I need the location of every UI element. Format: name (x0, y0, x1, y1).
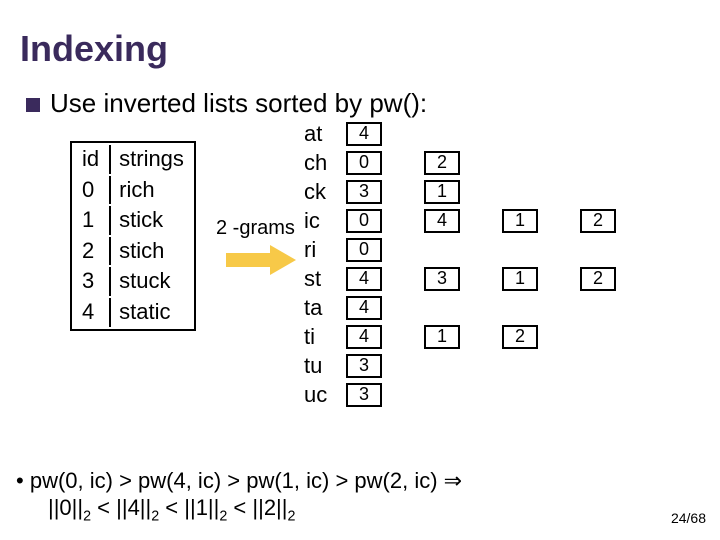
table-row: id strings (74, 145, 192, 174)
bullet-icon (26, 98, 40, 112)
cell-str: stich (109, 237, 192, 266)
cell-str: rich (109, 176, 192, 205)
table-row: 3stuck (74, 267, 192, 296)
gram-label: ri (304, 235, 327, 264)
page-number: 24/68 (671, 510, 706, 526)
table-row: 1stick (74, 206, 192, 235)
grams-label: 2 -grams (216, 217, 295, 240)
cell-id: 1 (74, 206, 107, 235)
gram-label: ic (304, 206, 327, 235)
list-row: 3 (346, 351, 658, 380)
gram-label: ch (304, 148, 327, 177)
table-row: 4static (74, 298, 192, 327)
norm-frag: < ||1|| (159, 495, 219, 520)
list-cell: 3 (424, 267, 460, 291)
footer1-text: pw(0, ic) > pw(4, ic) > pw(1, ic) > pw(2… (30, 468, 462, 493)
list-cell: 2 (580, 267, 616, 291)
arrow-icon (226, 245, 296, 280)
footer-line-2: ||0||2 < ||4||2 < ||1||2 < ||2||2 (48, 495, 295, 524)
list-cell: 1 (502, 209, 538, 233)
list-row: 4 1 2 (346, 322, 658, 351)
norm-sub: 2 (151, 508, 159, 524)
gram-label: at (304, 119, 327, 148)
cell-id: 2 (74, 237, 107, 266)
gram-label: uc (304, 380, 327, 409)
list-cell: 1 (424, 180, 460, 204)
list-cell: 4 (424, 209, 460, 233)
gram-label: ck (304, 177, 327, 206)
cell-str: static (109, 298, 192, 327)
list-cell: 1 (424, 325, 460, 349)
slide-subtitle: Use inverted lists sorted by pw(): (50, 88, 427, 119)
strings-table: id strings 0rich 1stick 2stich 3stuck 4s… (70, 141, 196, 331)
slide-title: Indexing (20, 28, 700, 70)
list-cell: 3 (346, 383, 382, 407)
list-row: 0 (346, 235, 658, 264)
footer-line-1: • pw(0, ic) > pw(4, ic) > pw(1, ic) > pw… (16, 468, 462, 494)
cell-str: stick (109, 206, 192, 235)
norm-frag: < ||4|| (91, 495, 151, 520)
gram-label: tu (304, 351, 327, 380)
list-cell: 4 (346, 267, 382, 291)
list-cell: 3 (346, 354, 382, 378)
list-cell: 4 (346, 325, 382, 349)
gram-label: st (304, 264, 327, 293)
list-row: 31 (346, 177, 658, 206)
list-cell: 0 (346, 238, 382, 262)
list-cell: 4 (346, 122, 382, 146)
cell-id: 4 (74, 298, 107, 327)
norm-sub: 2 (83, 508, 91, 524)
gram-label: ta (304, 293, 327, 322)
norm-frag: ||0|| (48, 495, 83, 520)
inverted-lists: 4 02 31 0412 0 4312 4 412 3 3 (346, 119, 658, 409)
list-cell: 4 (346, 296, 382, 320)
list-cell: 2 (424, 151, 460, 175)
col-head-id: id (74, 145, 107, 174)
bullet-dot-icon: • (16, 468, 24, 493)
table-row: 2stich (74, 237, 192, 266)
content-area: id strings 0rich 1stick 2stich 3stuck 4s… (20, 119, 700, 449)
grams-column: at ch ck ic ri st ta ti tu uc (304, 119, 327, 409)
cell-id: 3 (74, 267, 107, 296)
cell-id: 0 (74, 176, 107, 205)
list-cell: 2 (580, 209, 616, 233)
gram-label: ti (304, 322, 327, 351)
list-row: 0 4 1 2 (346, 206, 658, 235)
list-row: 02 (346, 148, 658, 177)
list-cell: 0 (346, 151, 382, 175)
norm-frag: < ||2|| (227, 495, 287, 520)
cell-str: stuck (109, 267, 192, 296)
table-row: 0rich (74, 176, 192, 205)
list-cell: 1 (502, 267, 538, 291)
list-cell: 2 (502, 325, 538, 349)
list-row: 4 (346, 293, 658, 322)
list-row: 3 (346, 380, 658, 409)
col-head-strings: strings (109, 145, 192, 174)
list-cell: 0 (346, 209, 382, 233)
norm-sub: 2 (287, 508, 295, 524)
list-row: 4 3 1 2 (346, 264, 658, 293)
list-row: 4 (346, 119, 658, 148)
list-cell: 3 (346, 180, 382, 204)
